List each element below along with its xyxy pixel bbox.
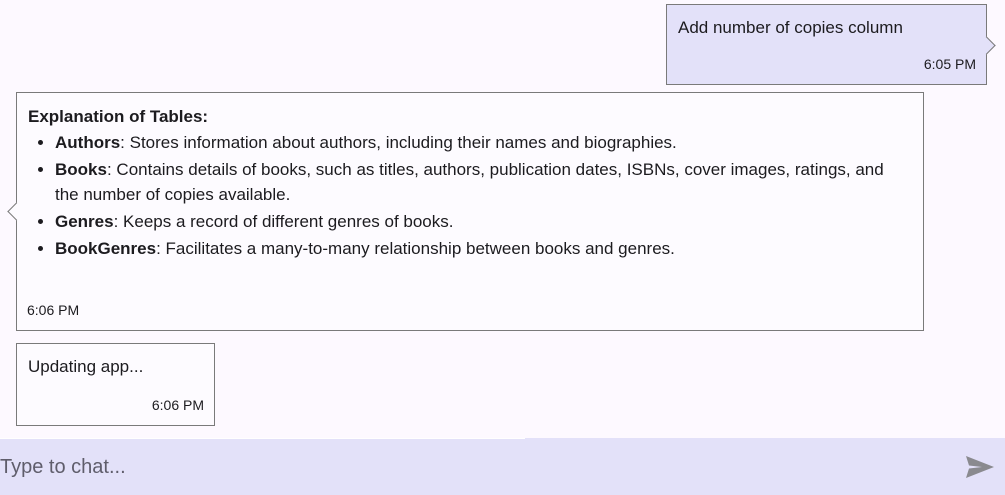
message-text: Updating app...	[28, 357, 144, 376]
composer-divider	[0, 438, 525, 439]
message-timestamp: 6:06 PM	[151, 397, 204, 413]
list-item-desc: : Contains details of books, such as tit…	[55, 160, 884, 204]
chat-composer	[0, 438, 1005, 495]
send-icon[interactable]	[965, 455, 995, 479]
list-item: BookGenres: Facilitates a many-to-many r…	[55, 236, 908, 261]
message-timestamp: 6:06 PM	[27, 302, 80, 318]
message-heading: Explanation of Tables:	[28, 107, 209, 126]
tables-list: Authors: Stores information about author…	[28, 130, 908, 261]
message-timestamp: 6:05 PM	[923, 56, 976, 72]
assistant-message-bubble: Explanation of Tables: Authors: Stores i…	[7, 92, 924, 331]
list-item-desc: : Keeps a record of different genres of …	[113, 212, 454, 231]
message-text: Add number of copies column	[678, 18, 903, 37]
list-item-term: BookGenres	[55, 239, 157, 258]
message-content: Explanation of Tables: Authors: Stores i…	[28, 105, 908, 263]
assistant-status-bubble: Updating app... 6:06 PM	[16, 343, 215, 426]
list-item-term: Genres	[55, 212, 114, 231]
list-item-desc: : Facilitates a many-to-many relationshi…	[156, 239, 675, 258]
user-message-bubble: Add number of copies column 6:05 PM	[666, 4, 996, 85]
chat-input[interactable]	[0, 450, 940, 484]
list-item: Authors: Stores information about author…	[55, 130, 908, 155]
list-item-desc: : Stores information about authors, incl…	[120, 133, 677, 152]
bubble-tail	[7, 202, 26, 221]
bubble-tail	[977, 36, 996, 55]
list-item: Genres: Keeps a record of different genr…	[55, 209, 908, 234]
list-item: Books: Contains details of books, such a…	[55, 157, 908, 207]
list-item-term: Authors	[55, 133, 121, 152]
list-item-term: Books	[55, 160, 107, 179]
